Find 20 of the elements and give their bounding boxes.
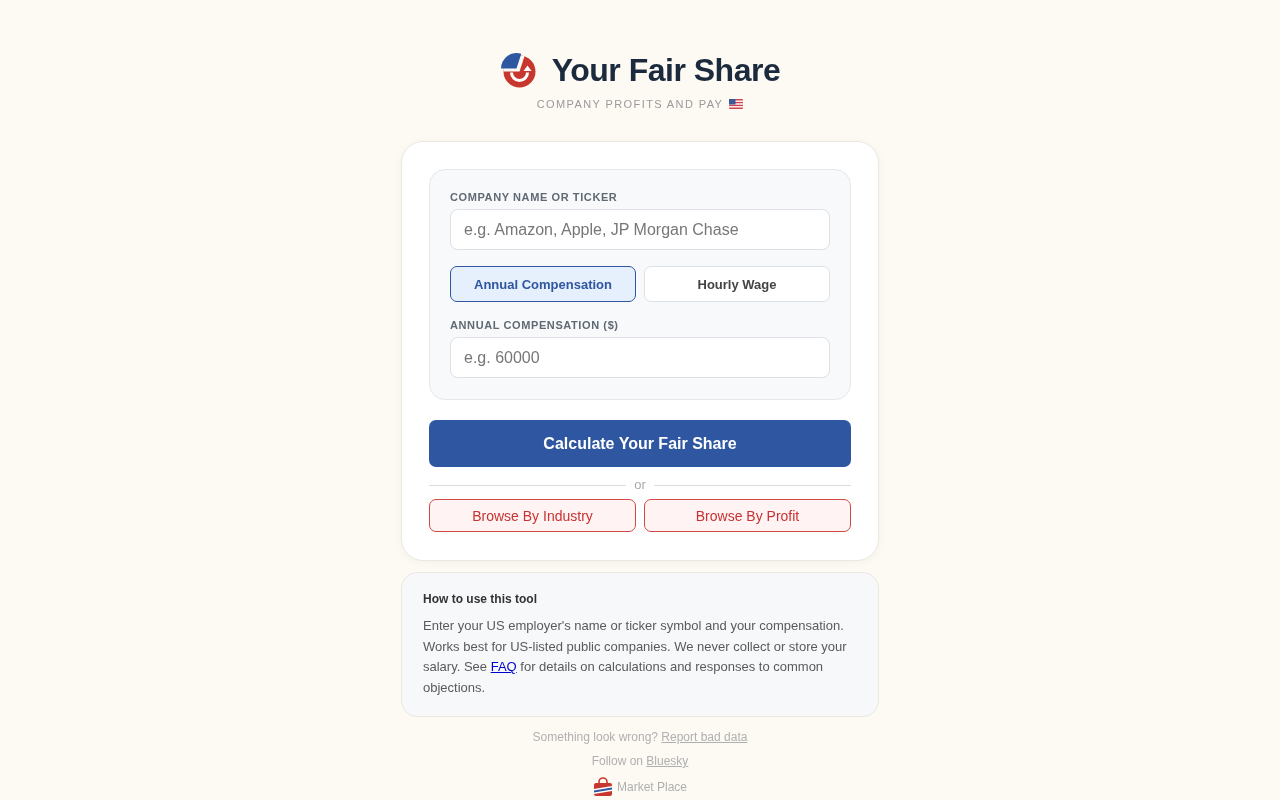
- pay-mode-tab[interactable]: Hourly Wage: [644, 266, 830, 302]
- compensation-input[interactable]: e.g. 60000: [450, 337, 830, 378]
- app-title: Your Fair Share: [551, 51, 781, 89]
- field-label: ANNUAL COMPENSATION ($): [450, 318, 620, 332]
- flag-icon: [729, 99, 744, 109]
- follow-text: Follow on Bluesky: [591, 753, 689, 769]
- browse-button[interactable]: Browse By Industry: [429, 499, 636, 532]
- logo-icon: [499, 52, 536, 88]
- help-text: Enter your US employer's name or ticker symbol and your compensation. Works best for US-listed public companies. We never collect or store your salary. See FAQ for details on calculations and responses to common objections.: [423, 617, 848, 697]
- calculate-button[interactable]: Calculate Your Fair Share: [429, 420, 851, 467]
- help-title: How to use this tool: [423, 591, 538, 607]
- pay-mode-tab[interactable]: Annual Compensation: [450, 266, 636, 302]
- company-input[interactable]: e.g. Amazon, Apple, JP Morgan Chase: [450, 209, 830, 250]
- app-subtitle: COMPANY PROFITS AND PAY: [536, 97, 724, 111]
- field-label: COMPANY NAME OR TICKER: [450, 190, 619, 204]
- divider-text: or: [634, 477, 646, 493]
- faq-link[interactable]: FAQ: [490, 659, 517, 674]
- browse-button[interactable]: Browse By Profit: [644, 499, 851, 532]
- report-text: Something look wrong? Report bad data: [532, 729, 748, 745]
- shopping-bag-icon: [593, 777, 613, 797]
